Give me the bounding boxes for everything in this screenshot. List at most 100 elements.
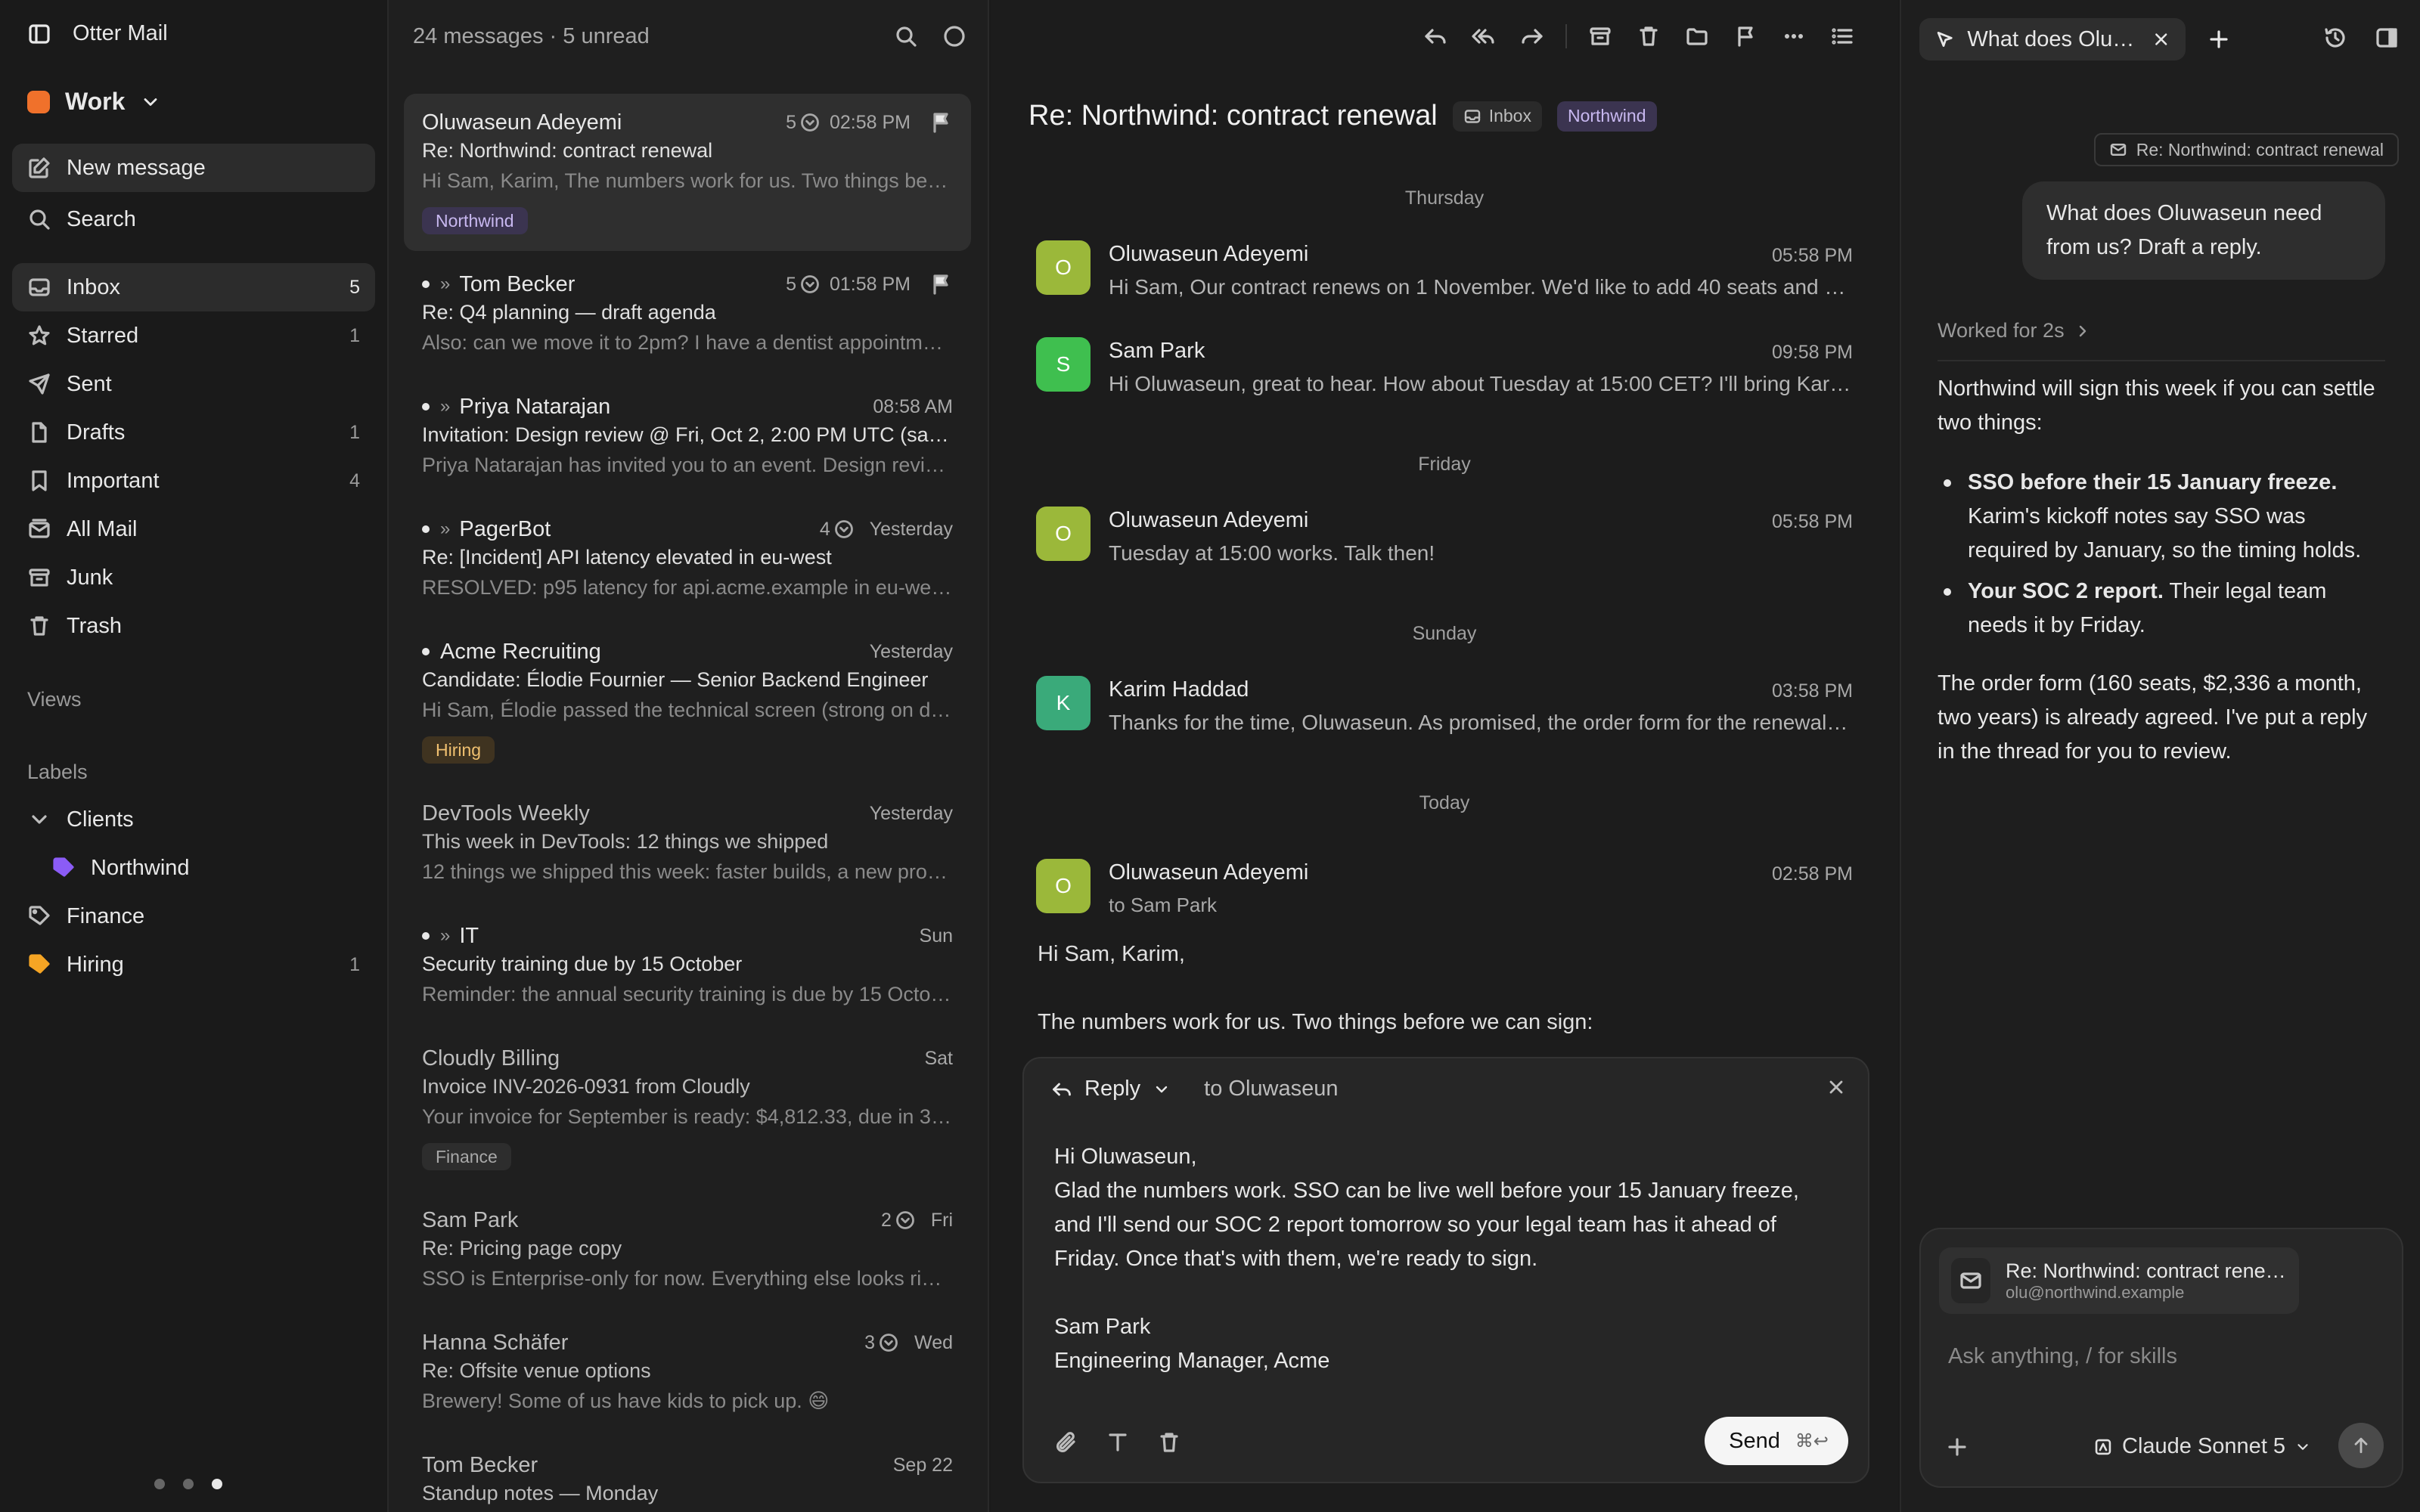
ask-input[interactable]: Ask anything, / for skills [1948, 1344, 2177, 1369]
label-chip[interactable]: Northwind [1556, 101, 1657, 132]
new-message-button[interactable]: New message [12, 144, 375, 192]
new-tab-icon[interactable] [2207, 27, 2231, 51]
sidebar-item-all-mail[interactable]: All Mail [12, 505, 375, 553]
views-heading[interactable]: Views [27, 688, 82, 711]
send-button[interactable]: Send ⌘↩ [1705, 1417, 1848, 1465]
list-item[interactable]: Tom Becker Sep 22 Standup notes — Monday [404, 1436, 971, 1512]
trash-icon[interactable] [1637, 24, 1661, 48]
sidebar-item-trash[interactable]: Trash [12, 602, 375, 650]
label-clients[interactable]: Clients [12, 795, 375, 844]
flag-icon[interactable] [929, 110, 953, 135]
tab-label: What does Oluwaseun need from us? [1967, 26, 2139, 51]
subject: Candidate: Élodie Fournier — Senior Back… [422, 668, 929, 691]
close-icon[interactable] [1826, 1077, 1847, 1098]
message-sender: Karim Haddad [1109, 677, 1249, 702]
paperclip-icon[interactable] [1054, 1430, 1078, 1455]
label-badge: Northwind [422, 207, 528, 234]
list-item[interactable]: » Tom Becker 5 01:58 PM Re: Q4 planning … [404, 256, 971, 373]
item-count: 1 [349, 324, 360, 346]
pager-dot[interactable] [183, 1479, 194, 1489]
reply-icon[interactable] [1423, 24, 1447, 48]
thread-chevron-icon [895, 1211, 914, 1229]
reply-icon [1053, 1083, 1071, 1095]
chevron-down-icon[interactable] [27, 807, 51, 832]
search-icon[interactable] [894, 24, 918, 48]
label-hiring[interactable]: Hiring 1 [12, 940, 375, 989]
preview: 12 things we shipped this week: faster b… [422, 860, 953, 883]
list-item[interactable]: » PagerBot 4 Yesterday Re: [Incident] AP… [404, 500, 971, 618]
account-name: Work [65, 88, 126, 115]
account-color-swatch [27, 90, 50, 113]
list-item[interactable]: Cloudly Billing Sat Invoice INV-2026-093… [404, 1030, 971, 1187]
panel-toggle-icon[interactable] [2375, 26, 2399, 50]
time: 02:58 PM [829, 111, 911, 133]
sidebar-item-inbox[interactable]: Inbox 5 [12, 263, 375, 311]
list-icon[interactable] [1830, 24, 1854, 48]
chevron-right-icon [2079, 325, 2086, 336]
history-icon[interactable] [2323, 26, 2347, 50]
inbox-chip[interactable]: Inbox [1452, 101, 1542, 132]
account-switcher[interactable]: Work [27, 88, 161, 116]
sidebar-item-label: Drafts [67, 420, 126, 445]
bookmark-icon [32, 470, 47, 491]
sidebar-item-label: Sent [67, 371, 112, 396]
sender: Hanna Schäfer [422, 1330, 569, 1355]
list-item[interactable]: » IT Sun Security training due by 15 Oct… [404, 907, 971, 1025]
list-item[interactable]: Hanna Schäfer 3 Wed Re: Offsite venue op… [404, 1314, 971, 1432]
pager-dot-active[interactable] [212, 1479, 222, 1489]
sidebar-item-important[interactable]: Important 4 [12, 457, 375, 505]
list-item[interactable]: Acme Recruiting Yesterday Candidate: Élo… [404, 623, 971, 780]
submit-button[interactable] [2338, 1423, 2384, 1468]
sidebar-item-junk[interactable]: Junk [12, 553, 375, 602]
list-summary: 24 messages · 5 unread [413, 24, 650, 48]
sidebar-item-drafts[interactable]: Drafts 1 [12, 408, 375, 457]
close-icon[interactable] [2152, 29, 2170, 49]
unread-count: 5 [349, 276, 360, 298]
trash-icon[interactable] [1157, 1430, 1181, 1455]
flag-icon[interactable] [929, 272, 953, 296]
folder-icon[interactable] [1685, 24, 1709, 48]
model-selector[interactable]: Claude Sonnet 5 [2093, 1434, 2311, 1459]
label-northwind[interactable]: Northwind [12, 844, 375, 892]
forward-icon[interactable] [1520, 24, 1544, 48]
sidebar-item-starred[interactable]: Starred 1 [12, 311, 375, 360]
compose-icon [29, 157, 50, 178]
divider [1938, 360, 2385, 361]
preview: Hi Sam, Élodie passed the technical scre… [422, 699, 953, 721]
plus-icon[interactable] [1945, 1435, 1969, 1459]
unread-dot [422, 403, 430, 411]
label-finance[interactable]: Finance [12, 892, 375, 940]
sidebar-item-sent[interactable]: Sent [12, 360, 375, 408]
list-item[interactable]: Sam Park 2 Fri Re: Pricing page copy SSO… [404, 1191, 971, 1309]
archive-icon[interactable] [1588, 24, 1612, 48]
reply-all-icon[interactable] [1472, 24, 1496, 48]
list-item[interactable]: » Priya Natarajan 08:58 AM Invitation: D… [404, 378, 971, 496]
list-item[interactable]: DevTools Weekly Yesterday This week in D… [404, 785, 971, 903]
text-format-icon[interactable] [1106, 1430, 1130, 1455]
list-item[interactable]: Oluwaseun Adeyemi 5 02:58 PM Re: Northwi… [404, 94, 971, 251]
flag-icon[interactable] [1733, 24, 1758, 48]
chevron-down-icon[interactable] [1153, 1080, 1171, 1098]
reply-body[interactable]: Hi Oluwaseun, Glad the numbers work. SSO… [1054, 1140, 1841, 1378]
item-count: 1 [349, 421, 360, 443]
search-button[interactable]: Search [12, 195, 375, 243]
reply-mode[interactable]: Reply [1084, 1077, 1140, 1101]
subject: Security training due by 15 October [422, 953, 743, 975]
context-chip[interactable]: Re: Northwind: contract renewal [2093, 133, 2399, 166]
chevron-down-icon [144, 98, 157, 106]
avatar: S [1036, 337, 1091, 392]
sidebar-toggle-icon[interactable] [27, 22, 51, 46]
pager-dots[interactable] [154, 1479, 222, 1489]
attachment-card[interactable]: Re: Northwind: contract renewal olu@nort… [1939, 1247, 2299, 1314]
assistant-tab[interactable]: What does Oluwaseun need from us? [1919, 18, 2186, 60]
filter-circle-icon[interactable] [942, 24, 966, 48]
thread-toolbar [1423, 24, 1854, 48]
bullet-text: Karim's kickoff notes say SSO was requir… [1968, 504, 2362, 562]
time: Wed [914, 1331, 953, 1353]
more-icon[interactable] [1782, 24, 1806, 48]
worked-indicator[interactable]: Worked for 2s [1938, 319, 2092, 342]
subject: Re: Pricing page copy [422, 1237, 622, 1259]
message-preview: Hi Sam, Our contract renews on 1 Novembe… [1109, 275, 1853, 299]
pager-dot[interactable] [154, 1479, 165, 1489]
thread-count: 4 [819, 518, 830, 540]
